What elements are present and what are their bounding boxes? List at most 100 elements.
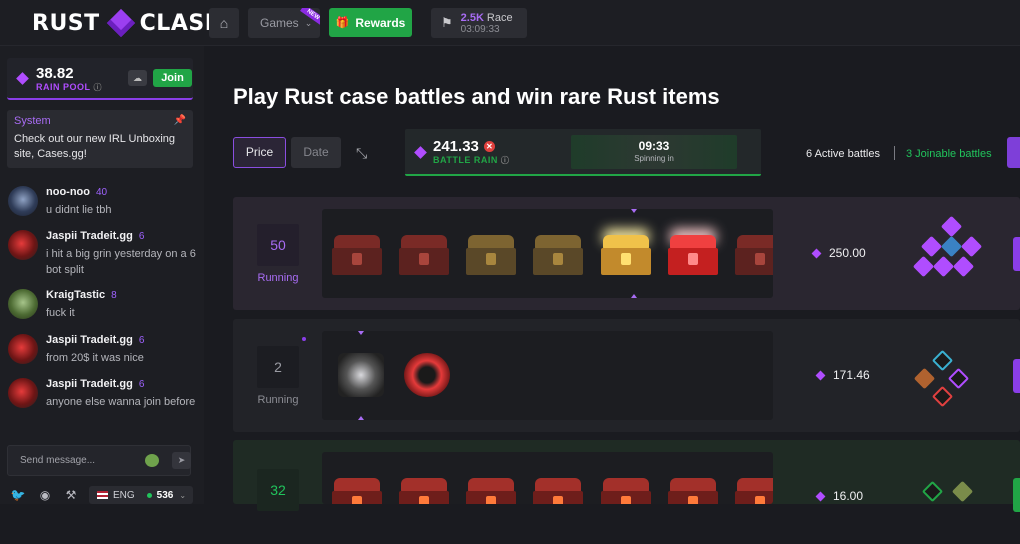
rewards-label: Rewards	[355, 15, 406, 30]
diamond-icon	[811, 248, 822, 258]
rain-pool-label: RAIN POOL ⓘ	[36, 82, 102, 93]
avatar[interactable]	[8, 186, 38, 216]
user-level: 8	[111, 290, 117, 301]
item-icon	[404, 353, 450, 397]
case-icon	[735, 474, 773, 504]
battle-price-value: 250.00	[829, 246, 866, 260]
race-amount: 2.5K	[460, 11, 484, 24]
page-title: Play Rust case battles and win rare Rust…	[233, 84, 720, 109]
battle-rounds: 32	[257, 469, 299, 511]
case-icon	[735, 231, 773, 275]
user-level: 6	[138, 335, 145, 346]
us-flag-icon	[97, 491, 108, 499]
avatar[interactable]	[8, 230, 38, 260]
item-icon	[338, 353, 384, 397]
twitter-icon[interactable]: 🐦	[8, 488, 28, 504]
username-text: Jaspii Tradeit.gg	[46, 334, 133, 346]
view-battle-button[interactable]	[1013, 359, 1020, 393]
view-battle-button[interactable]	[1013, 237, 1020, 271]
avatar[interactable]	[8, 378, 38, 408]
battle-row[interactable]: 32 16.00	[233, 440, 1020, 512]
chat-username[interactable]: KraigTastic 8	[46, 289, 117, 301]
discord-icon[interactable]: ◉	[35, 488, 55, 504]
chat-username[interactable]: Jaspii Tradeit.gg 6	[46, 334, 144, 346]
battle-players	[913, 349, 983, 421]
chat-username[interactable]: Jaspii Tradeit.gg 6	[46, 230, 144, 242]
case-icon	[399, 231, 449, 275]
logo[interactable]: RUST CLASH	[32, 8, 224, 38]
games-dropdown[interactable]: Games ⌄ NEW	[248, 8, 320, 38]
battle-price: 16.00	[815, 489, 864, 503]
chat-text: i hit a big grin yesterday on a 6 bot sp…	[46, 248, 196, 276]
create-battle-button[interactable]	[1007, 137, 1020, 168]
race-timer: 03:09:33	[460, 23, 500, 35]
battle-row[interactable]: 2 Running 171.46	[233, 319, 1020, 432]
chat-text: u didnt lie tbh	[46, 204, 112, 216]
chat-text: fuck it	[46, 307, 75, 319]
race-label: Race	[486, 11, 513, 24]
race-info: 2.5K Race 03:09:33	[461, 12, 513, 35]
pin-icon: 📌	[173, 115, 186, 126]
battle-rounds: 2	[257, 346, 299, 388]
rain-pool-label-text: RAIN POOL	[36, 82, 91, 92]
chat-input[interactable]: Send message... ➤	[7, 445, 191, 476]
system-text: Check out our new IRL Unboxing site, Cas…	[14, 133, 176, 160]
indicator-dot	[302, 337, 306, 341]
case-icon	[668, 474, 718, 504]
home-icon: ⌂	[219, 15, 229, 31]
compress-icon[interactable]: ⤡	[356, 145, 367, 162]
battle-rain-amount: 241.33 ✕	[433, 138, 495, 155]
chat-username[interactable]: Jaspii Tradeit.gg 6	[46, 378, 144, 390]
case-icon	[466, 231, 516, 275]
divider	[894, 146, 895, 160]
sort-price-button[interactable]: Price	[233, 137, 286, 168]
info-icon[interactable]: ⓘ	[94, 83, 103, 92]
battle-rounds: 50	[257, 224, 299, 266]
gavel-icon[interactable]: ⚒	[61, 488, 81, 504]
chat-text: from 20$ it was nice	[46, 352, 144, 364]
case-icon	[466, 474, 516, 504]
battle-price: 171.46	[815, 368, 870, 382]
rewards-button[interactable]: 🎁 Rewards	[329, 8, 412, 37]
battle-status: Running	[257, 272, 299, 284]
top-bar: RUST CLASH ⌂ Games ⌄ NEW 🎁 Rewards ⚑ 2.5…	[0, 0, 1020, 46]
close-icon[interactable]: ✕	[483, 141, 495, 152]
send-button[interactable]: ➤	[172, 452, 191, 469]
battle-row[interactable]: 50 Running 250.00	[233, 197, 1020, 310]
diamond-icon	[815, 370, 826, 380]
rain-pool-amount: 38.82	[36, 65, 74, 82]
rain-pool-panel: 38.82 RAIN POOL ⓘ ☁ Join	[7, 58, 193, 100]
race-button[interactable]: ⚑ 2.5K Race 03:09:33	[431, 8, 527, 38]
system-message: System 📌 Check out our new IRL Unboxing …	[7, 110, 193, 168]
avatar[interactable]	[8, 334, 38, 364]
language-selector[interactable]: ENG 536 ⌄	[89, 486, 193, 504]
view-battle-button[interactable]	[1013, 478, 1020, 512]
username-text: Jaspii Tradeit.gg	[46, 378, 133, 390]
reel-pointer-top-icon	[631, 209, 637, 213]
case-icon	[533, 231, 583, 275]
rain-cloud-icon[interactable]: ☁	[128, 70, 147, 86]
case-icon	[601, 474, 651, 504]
avatar[interactable]	[8, 289, 38, 319]
chevron-down-icon: ⌄	[179, 490, 187, 500]
battle-status: Running	[257, 394, 299, 406]
battle-players	[921, 474, 991, 544]
case-reel	[322, 331, 773, 420]
battle-rain-timer: 09:33 Spinning in	[571, 135, 737, 169]
chat-username[interactable]: noo-noo 40	[46, 186, 107, 198]
case-icon	[533, 474, 583, 504]
user-level: 6	[138, 231, 145, 242]
info-icon[interactable]: ⓘ	[501, 156, 510, 165]
sort-date-button[interactable]: Date	[291, 137, 341, 168]
case-reel	[322, 209, 773, 298]
logo-gem-icon	[106, 8, 135, 38]
case-icon	[601, 231, 651, 275]
battle-rain-panel: 241.33 ✕ BATTLE RAIN ⓘ 09:33 Spinning in	[405, 129, 761, 176]
online-dot-icon	[146, 492, 152, 498]
case-icon	[668, 231, 718, 275]
rain-join-button[interactable]: Join	[153, 69, 192, 87]
emoji-icon[interactable]	[145, 454, 159, 467]
battle-price-value: 16.00	[833, 489, 864, 503]
home-button[interactable]: ⌂	[209, 8, 239, 38]
logo-text-left: RUST	[32, 10, 100, 36]
